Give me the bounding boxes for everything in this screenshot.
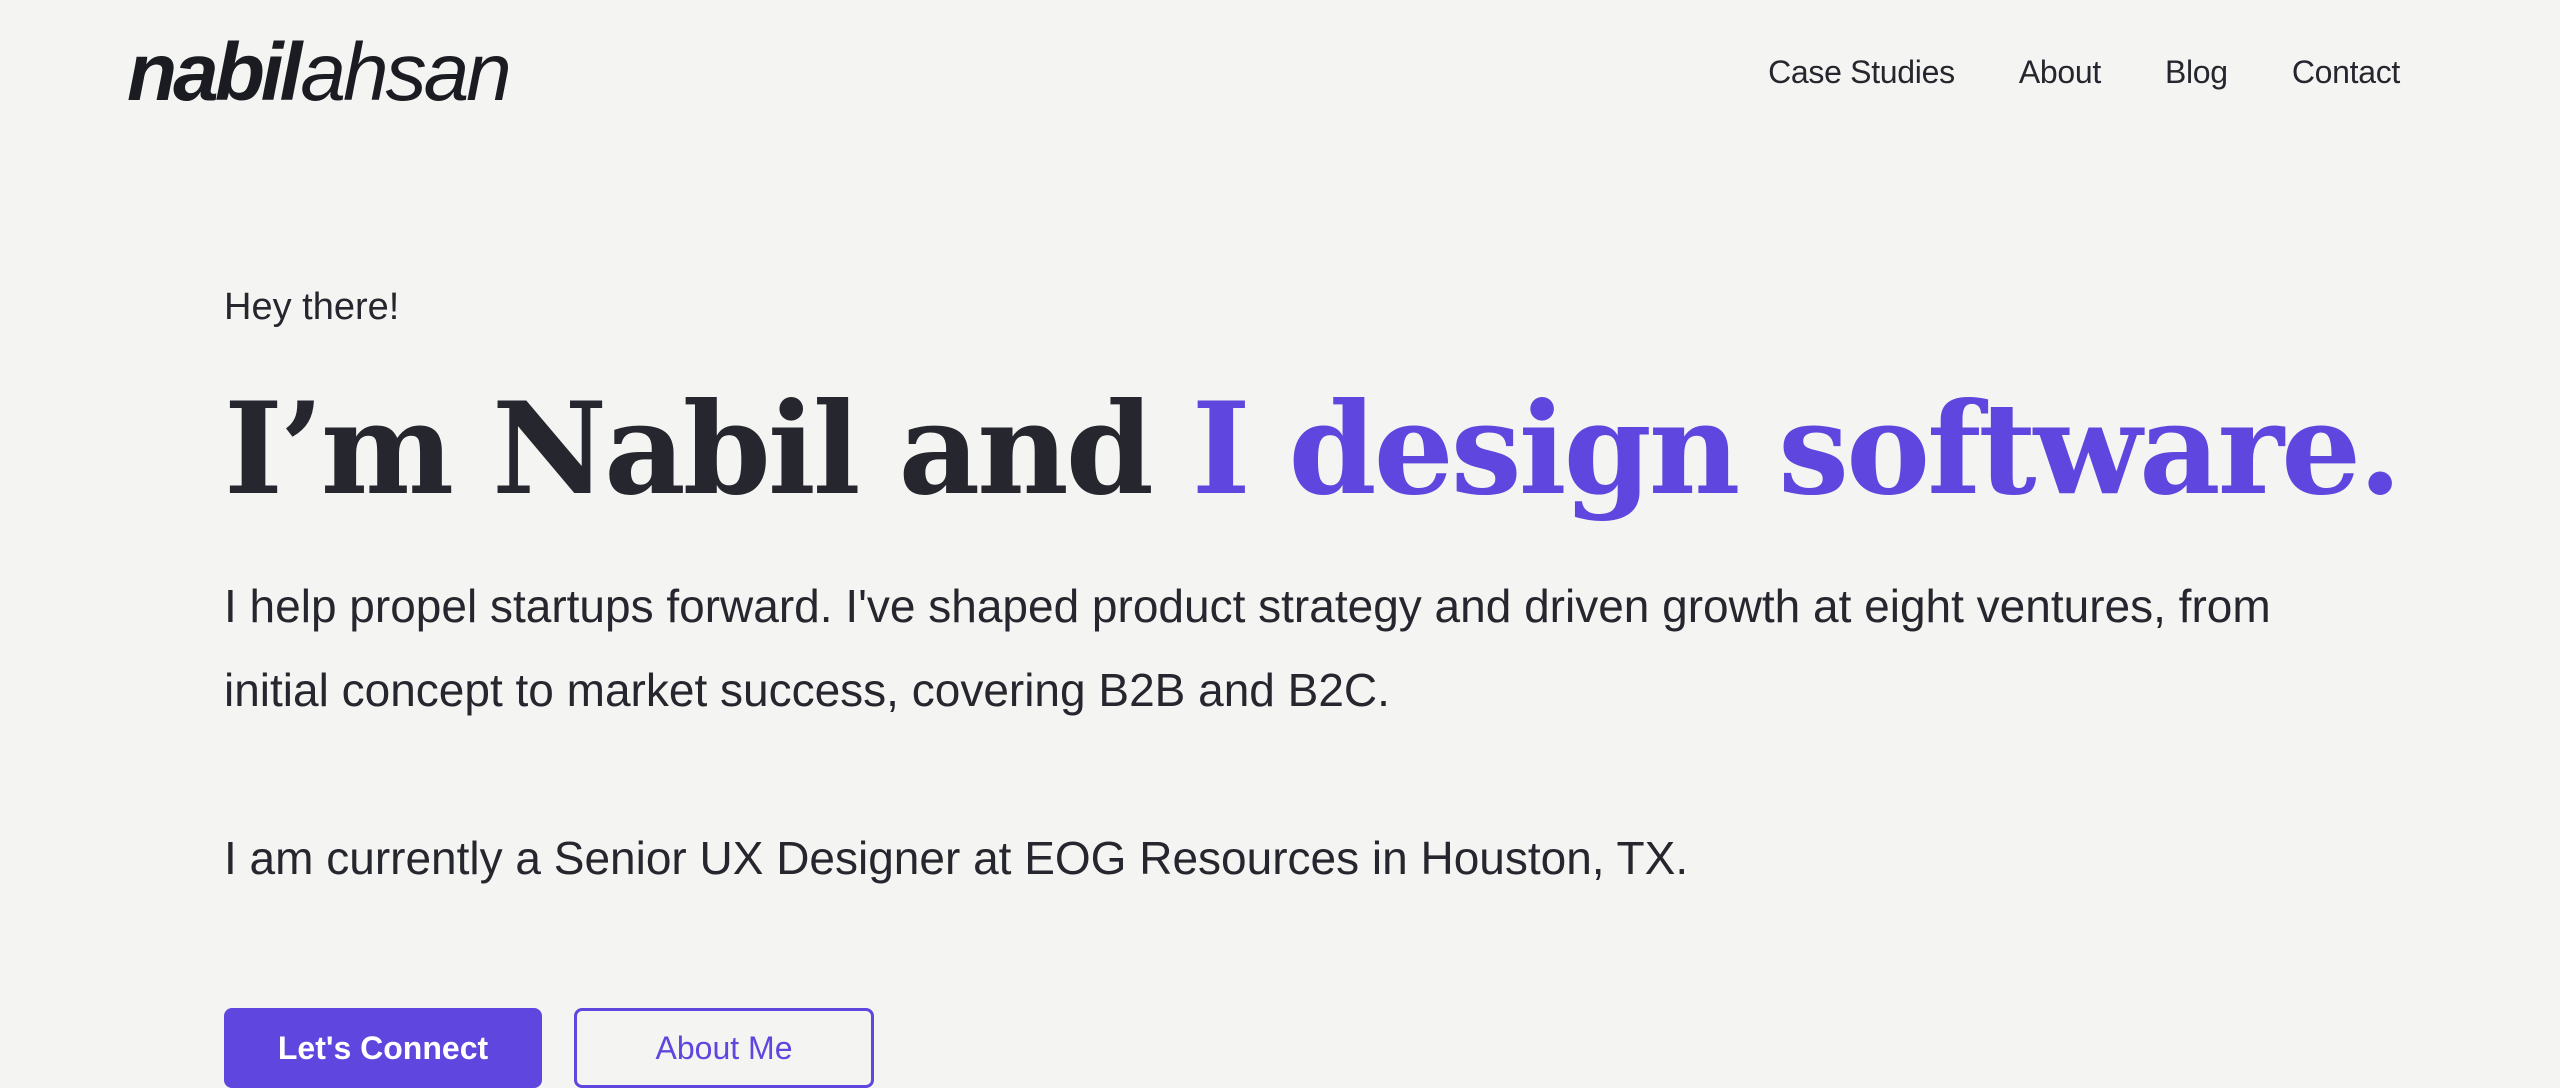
hero-headline: I’m Nabil and I design software.: [224, 374, 2402, 524]
main-nav: Case Studies About Blog Contact: [1768, 48, 2400, 96]
hero-actions: Let's Connect About Me: [224, 1008, 874, 1088]
headline-accent: I design software.: [1191, 375, 2402, 523]
site-logo[interactable]: nabil ahsan: [127, 25, 512, 120]
logo-first-name: nabil: [127, 27, 302, 118]
site-header: nabil ahsan Case Studies About Blog Cont…: [0, 0, 2560, 150]
headline-main: I’m Nabil and: [224, 375, 1192, 523]
about-me-button[interactable]: About Me: [574, 1008, 874, 1088]
hero-intro: I help propel startups forward. I've sha…: [224, 580, 2271, 716]
nav-link-blog[interactable]: Blog: [2165, 48, 2228, 96]
logo-last-name: ahsan: [300, 27, 511, 118]
nav-link-contact[interactable]: Contact: [2292, 48, 2400, 96]
hero-section: Hey there! I’m Nabil and I design softwa…: [224, 272, 2402, 900]
hero-role: I am currently a Senior UX Designer at E…: [224, 832, 1689, 884]
nav-link-about[interactable]: About: [2019, 48, 2101, 96]
lets-connect-button[interactable]: Let's Connect: [224, 1008, 542, 1088]
nav-link-case-studies[interactable]: Case Studies: [1768, 48, 1955, 96]
hero-greeting: Hey there!: [224, 286, 400, 328]
